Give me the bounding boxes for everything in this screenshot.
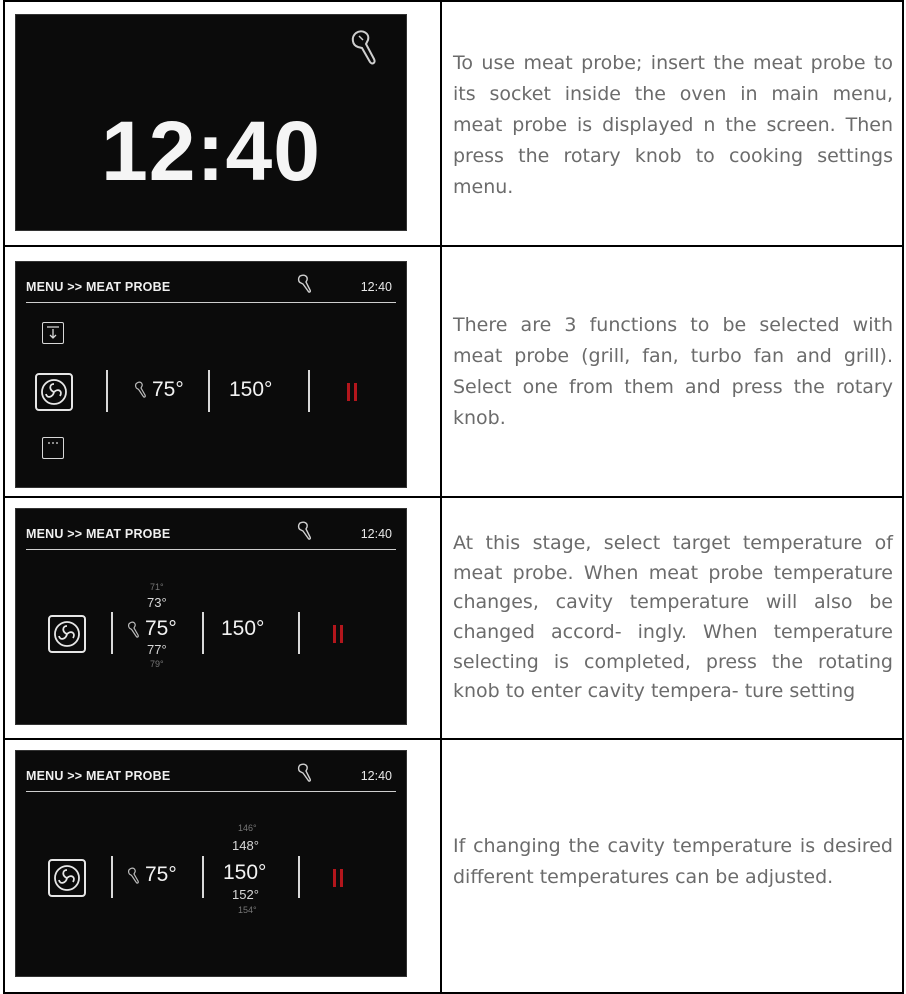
- cavity-temperature: 150°: [221, 617, 265, 640]
- cavity-temp-option: 154°: [238, 905, 257, 915]
- screen-header: MENU >> MEAT PROBE 12:40: [26, 521, 396, 550]
- clock-time: 12:40: [101, 104, 321, 198]
- screen-time: 12:40: [360, 527, 392, 541]
- divider: [111, 856, 113, 898]
- screen-time: 12:40: [360, 280, 392, 294]
- meat-probe-icon: [297, 763, 311, 782]
- instruction-text-content: If changing the cavity temperature is de…: [453, 835, 893, 888]
- divider: [202, 856, 204, 898]
- probe-temperature: 75°: [145, 617, 177, 640]
- row-divider: [3, 496, 904, 498]
- divider: [202, 612, 204, 654]
- cavity-temp-option: 146°: [238, 823, 257, 833]
- pause-icon: [347, 383, 357, 401]
- cavity-temp-option: 148°: [232, 838, 259, 853]
- menu-breadcrumb: MENU >> MEAT PROBE: [26, 527, 171, 541]
- cavity-temperature: 150°: [223, 861, 267, 884]
- meat-probe-icon: [351, 30, 376, 65]
- probe-temp-option: 73°: [147, 595, 167, 610]
- instruction-text-content: At this stage, select target temperature…: [453, 532, 893, 703]
- oven-clock-screen: 12:40: [15, 14, 407, 231]
- cavity-temperature: 150°: [229, 378, 273, 401]
- divider: [298, 612, 300, 654]
- divider: [106, 370, 108, 412]
- meat-probe-icon: [135, 381, 146, 398]
- screen-time: 12:40: [360, 769, 392, 783]
- grill-icon: [42, 322, 64, 344]
- instruction-text: To use meat probe; insert the meat probe…: [453, 30, 893, 220]
- row-divider: [3, 245, 904, 247]
- instruction-text-content: There are 3 functions to be selected wit…: [453, 314, 893, 429]
- meat-probe-icon: [128, 621, 139, 638]
- screen-header: MENU >> MEAT PROBE 12:40: [26, 274, 396, 303]
- divider: [308, 370, 310, 412]
- probe-temperature: 75°: [145, 863, 177, 886]
- pause-icon: [333, 869, 343, 887]
- cavity-temp-option: 152°: [232, 887, 259, 902]
- probe-temp-option: 79°: [150, 659, 164, 669]
- instruction-text: At this stage, select target temperature…: [453, 499, 893, 737]
- instruction-text-content: To use meat probe; insert the meat probe…: [453, 51, 893, 198]
- pause-icon: [333, 625, 343, 643]
- instruction-text: There are 3 functions to be selected wit…: [453, 262, 893, 482]
- menu-breadcrumb: MENU >> MEAT PROBE: [26, 280, 171, 294]
- cavity-temperature-screen: MENU >> MEAT PROBE 12:40 75° 146° 148° 1…: [15, 750, 407, 977]
- meat-probe-icon: [297, 521, 311, 540]
- fan-icon: [35, 373, 73, 411]
- meat-probe-icon: [128, 867, 139, 884]
- turbo-fan-icon: [42, 437, 64, 459]
- probe-temp-option: 71°: [150, 582, 164, 592]
- instruction-text: If changing the cavity temperature is de…: [453, 742, 893, 982]
- meat-probe-icon: [297, 274, 311, 293]
- probe-temperature: 75°: [152, 378, 184, 401]
- meat-probe-temperature-screen: MENU >> MEAT PROBE 12:40 71° 73° 75° 77°…: [15, 508, 407, 725]
- divider: [208, 370, 210, 412]
- menu-breadcrumb: MENU >> MEAT PROBE: [26, 769, 171, 783]
- divider: [298, 856, 300, 898]
- table-border-top: [3, 0, 904, 2]
- row-divider: [3, 738, 904, 740]
- meat-probe-function-screen: MENU >> MEAT PROBE 12:40 75° 150°: [15, 261, 407, 488]
- probe-temp-option: 77°: [147, 642, 167, 657]
- screen-header: MENU >> MEAT PROBE 12:40: [26, 763, 396, 792]
- fan-icon: [48, 859, 86, 897]
- divider: [111, 612, 113, 654]
- fan-icon: [48, 615, 86, 653]
